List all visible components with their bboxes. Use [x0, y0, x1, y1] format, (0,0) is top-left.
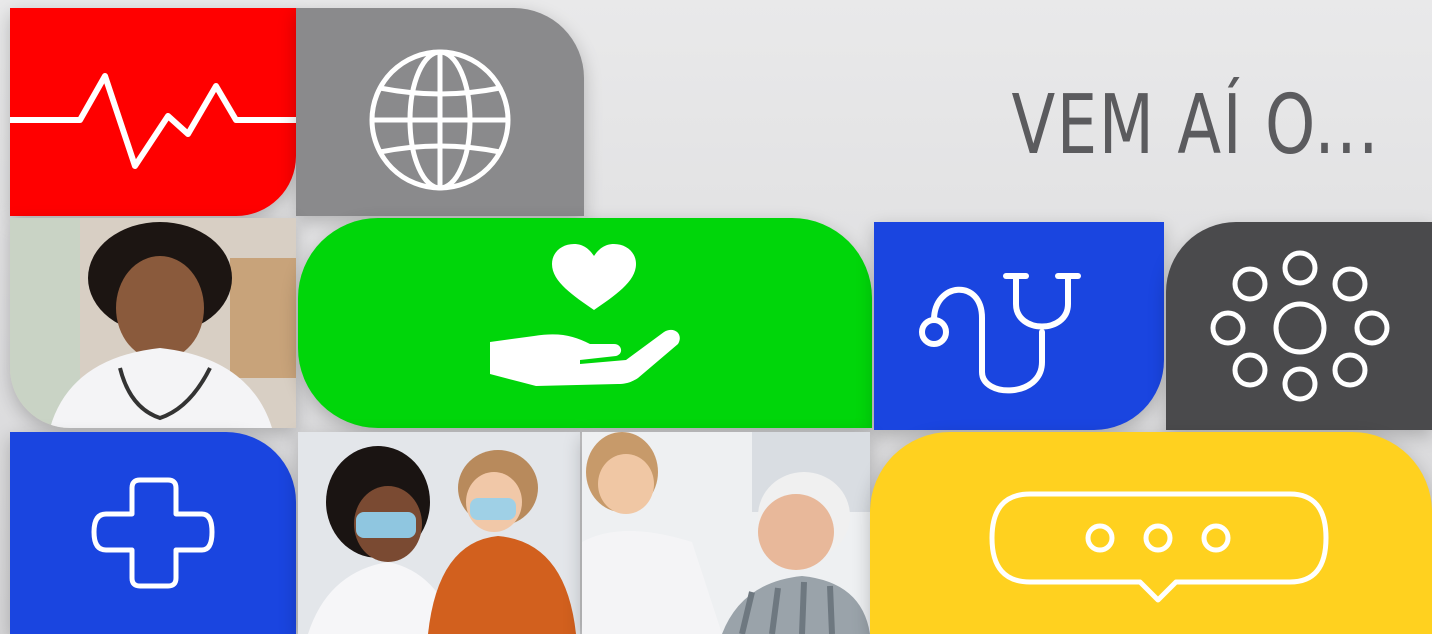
photo-doctor-with-child: [298, 432, 580, 634]
chat-tile: [870, 432, 1432, 634]
network-tile: [1166, 222, 1432, 430]
heartbeat-tile: [10, 8, 296, 216]
plus-cross-icon: [91, 477, 215, 589]
heartbeat-icon: [10, 73, 296, 169]
stethoscope-tile: [874, 222, 1164, 430]
circles-network-icon: [1210, 250, 1390, 402]
photo-doctor-smiling: [10, 218, 296, 428]
globe-icon: [369, 49, 511, 191]
heart-hand-icon: [490, 244, 680, 386]
health-cross-tile: [10, 432, 296, 634]
stethoscope-icon: [919, 273, 1081, 394]
care-tile: [298, 218, 872, 428]
globe-tile: [296, 8, 584, 216]
headline-text: VEM AÍ O...: [1011, 78, 1380, 173]
photo-nurse-with-elderly-man: [582, 432, 870, 634]
speech-bubble-icon: [989, 491, 1329, 603]
banner: VEM AÍ O...: [0, 0, 1432, 634]
